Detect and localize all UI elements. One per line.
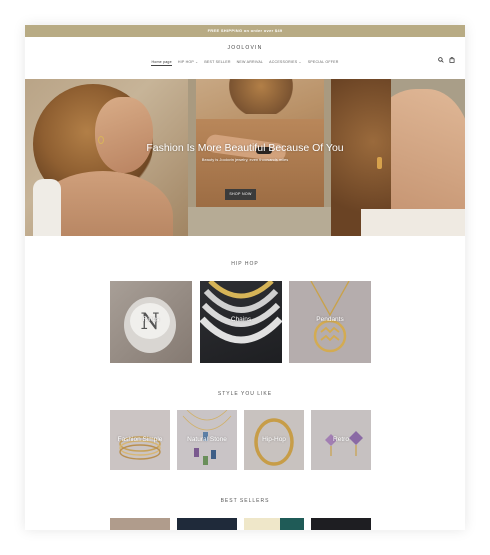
- section-title-best-sellers: BEST SELLERS: [220, 498, 270, 504]
- tile-label: Fashion Simple: [117, 436, 163, 443]
- tile-retro[interactable]: Retro: [311, 410, 371, 470]
- tile-pendants[interactable]: Pendants: [289, 281, 371, 363]
- nav-item-home[interactable]: Home page: [151, 60, 172, 66]
- section-title-hip-hop: HIP HOP: [231, 261, 259, 267]
- nav-item-best-seller[interactable]: BEST SELLER: [204, 60, 230, 66]
- site-header: JOOLOVIN Home page HIP HOP ⌄ BEST SELLER…: [25, 37, 465, 79]
- best-seller-item[interactable]: [110, 518, 170, 530]
- shop-now-button[interactable]: SHOP NOW: [225, 189, 256, 200]
- cart-icon[interactable]: [449, 57, 455, 63]
- tile-label: Hip-Hop: [262, 436, 286, 443]
- tile-natural-stone[interactable]: Natural Stone: [177, 410, 237, 470]
- hero-title: Fashion Is More Beautiful Because Of You: [146, 142, 344, 154]
- tile-rings[interactable]: N Rings: [110, 281, 192, 363]
- tile-label: Chains: [230, 316, 252, 323]
- brand-logo[interactable]: JOOLOVIN: [25, 45, 465, 51]
- nav-item-special-offer[interactable]: SPECIAL OFFER: [308, 60, 339, 66]
- best-seller-item[interactable]: [311, 518, 371, 530]
- header-icons: [438, 57, 455, 63]
- search-icon[interactable]: [438, 57, 444, 63]
- best-seller-item[interactable]: [244, 518, 304, 530]
- tile-fashion-simple[interactable]: Fashion Simple: [110, 410, 170, 470]
- best-seller-item[interactable]: [177, 518, 237, 530]
- nav-item-accessories[interactable]: ACCESSORIES ⌄: [269, 60, 302, 66]
- section-title-style-you-like: STYLE YOU LIKE: [217, 391, 273, 397]
- hero-banner[interactable]: Fashion Is More Beautiful Because Of You…: [25, 79, 465, 236]
- nav-item-new-arrival[interactable]: NEW ARRIVAL: [237, 60, 264, 66]
- tile-label: Natural Stone: [187, 436, 227, 443]
- page-frame: FREE SHIPPING on order over $49 JOOLOVIN…: [25, 25, 465, 530]
- tile-chains[interactable]: Chains: [200, 281, 282, 363]
- main-nav: Home page HIP HOP ⌄ BEST SELLER NEW ARRI…: [25, 60, 465, 66]
- tile-hip-hop[interactable]: Hip-Hop: [244, 410, 304, 470]
- nav-item-hip-hop[interactable]: HIP HOP ⌄: [178, 60, 198, 66]
- announcement-bar[interactable]: FREE SHIPPING on order over $49: [25, 25, 465, 37]
- hero-subtitle: Beauty is Joolovin jewelry, even thousan…: [201, 157, 289, 162]
- tile-label: Retro: [333, 436, 349, 443]
- tile-label: Rings: [142, 316, 160, 323]
- announcement-text: FREE SHIPPING on order over $49: [207, 28, 283, 33]
- tile-label: Pendants: [316, 316, 344, 323]
